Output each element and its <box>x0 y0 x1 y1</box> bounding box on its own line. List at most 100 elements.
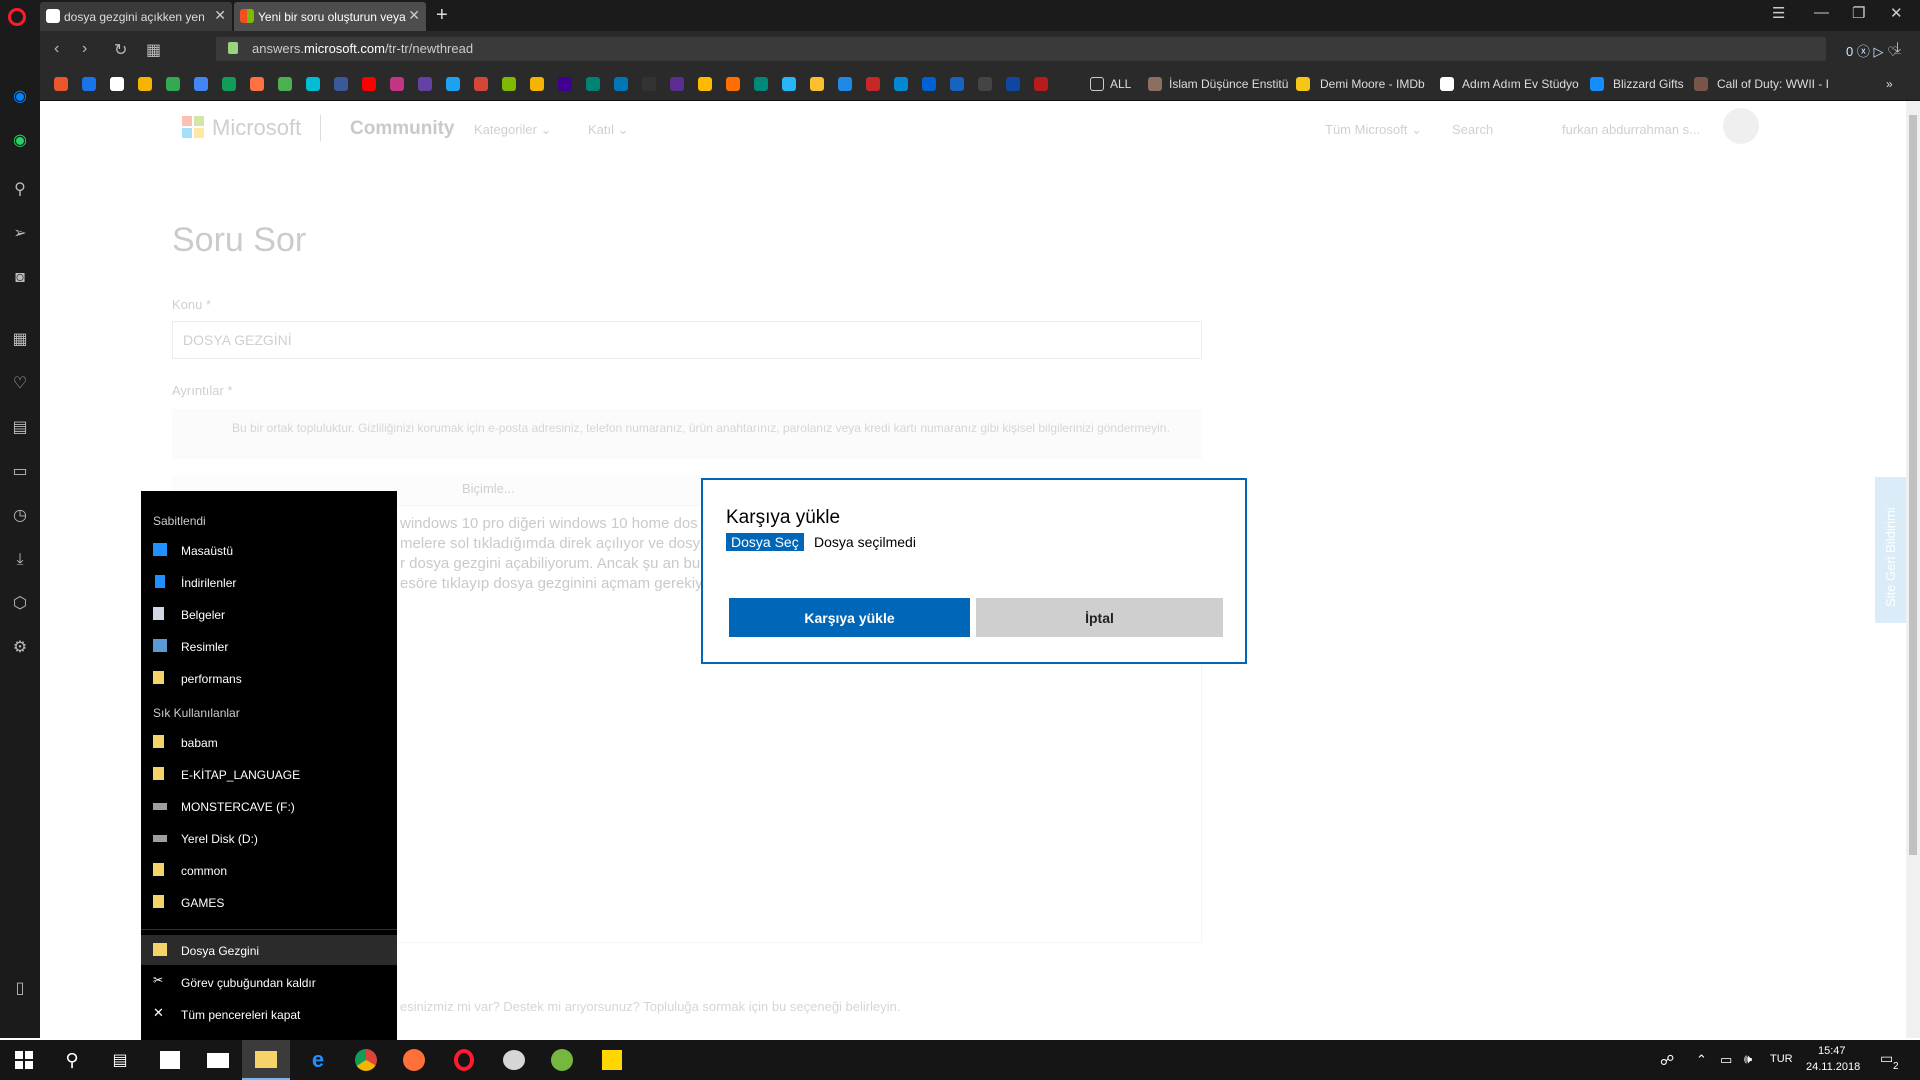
imdb-icon[interactable] <box>1296 77 1310 91</box>
new-tab-button[interactable]: + <box>436 4 448 27</box>
notification-icon[interactable]: ▭ <box>1880 1050 1893 1067</box>
play-bookmark-icon[interactable] <box>306 77 320 91</box>
history-icon[interactable]: ◷ <box>11 507 29 525</box>
jumplist-item-desktop[interactable]: Masaüstü <box>141 535 397 565</box>
jumplist-item-monstercave[interactable]: MONSTERCAVE (F:) <box>141 791 397 821</box>
bookmark-icon[interactable] <box>670 77 684 91</box>
start-button[interactable] <box>0 1040 48 1080</box>
search-icon[interactable]: ⚲ <box>48 1040 96 1080</box>
community-link[interactable]: Community <box>350 118 455 140</box>
jumplist-unpin[interactable]: ✂ Görev çubuğundan kaldır <box>141 967 397 997</box>
url-field[interactable]: answers.microsoft.com/tr-tr/newthread <box>216 37 1826 61</box>
heart-icon[interactable]: ♡ <box>11 375 29 393</box>
jumplist-open-explorer[interactable]: Dosya Gezgini <box>141 935 397 965</box>
youtube-bookmark-icon[interactable] <box>362 77 376 91</box>
bookmark-icon[interactable] <box>1148 77 1162 91</box>
box-bookmark-icon[interactable] <box>922 77 936 91</box>
drive-bookmark-icon[interactable] <box>222 77 236 91</box>
bookmark-icon[interactable] <box>642 77 656 91</box>
adblock-vpn-heart-icons[interactable]: 0 ⓧ ▷ ♡ <box>1846 41 1899 60</box>
subject-input[interactable]: DOSYA GEZGİNİ <box>172 321 1202 359</box>
back-icon[interactable]: ‹ <box>54 40 59 58</box>
minimize-icon[interactable]: — <box>1814 4 1829 21</box>
jumplist-item-local-disk[interactable]: Yerel Disk (D:) <box>141 823 397 853</box>
facebook-bookmark-icon[interactable] <box>334 77 348 91</box>
jumplist-item-games[interactable]: GAMES <box>141 887 397 917</box>
news-icon[interactable]: ▤ <box>11 419 29 437</box>
bookmark-icon[interactable] <box>782 77 796 91</box>
speed-dial-icon[interactable]: ▦ <box>11 331 29 349</box>
twitch-bookmark-icon[interactable] <box>418 77 432 91</box>
reload-icon[interactable]: ↻ <box>114 40 127 60</box>
jumplist-item-documents[interactable]: Belgeler <box>141 599 397 629</box>
bookmark-icon[interactable] <box>838 77 852 91</box>
jumplist-item-babam[interactable]: babam <box>141 727 397 757</box>
scrollbar-thumb[interactable] <box>1909 115 1917 855</box>
nav-participate[interactable]: Katıl ⌄ <box>588 122 629 138</box>
twitter-bookmark-icon[interactable] <box>446 77 460 91</box>
utorrent-icon[interactable] <box>538 1040 586 1080</box>
chrome-icon[interactable] <box>342 1040 390 1080</box>
upload-button[interactable]: Karşıya yükle <box>729 598 970 637</box>
chevron-up-icon[interactable]: ⌃ <box>1696 1052 1707 1068</box>
jumplist-item-ekitap[interactable]: E-KİTAP_LANGUAGE <box>141 759 397 789</box>
medium-icon[interactable] <box>1440 77 1454 91</box>
bookmark-icon[interactable] <box>950 77 964 91</box>
site-feedback-tab[interactable]: Site Geri Bildirimi <box>1875 477 1906 623</box>
microsoft-bookmark-icon[interactable] <box>502 77 516 91</box>
volume-icon[interactable]: 🕪 <box>1744 1051 1752 1067</box>
forward-icon[interactable]: › <box>82 40 87 58</box>
user-name[interactable]: furkan abdurrahman s... <box>1562 122 1700 137</box>
bookmark-icon[interactable] <box>138 77 152 91</box>
bookmark-icon[interactable] <box>810 77 824 91</box>
avatar[interactable] <box>1723 108 1759 144</box>
opera-icon[interactable] <box>440 1040 488 1080</box>
cod-icon[interactable] <box>1694 77 1708 91</box>
download-icon[interactable]: ⤓ <box>11 551 29 569</box>
jumplist-item-pictures[interactable]: Resimler <box>141 631 397 661</box>
nav-categories[interactable]: Kategoriler ⌄ <box>474 122 551 138</box>
bookmark-icon[interactable] <box>866 77 880 91</box>
bookmark-icon[interactable] <box>894 77 908 91</box>
format-dropdown[interactable]: Biçimle... <box>462 481 515 496</box>
download-icon[interactable]: ⤓ <box>1894 40 1901 58</box>
jumplist-item-downloads[interactable]: İndirilenler <box>141 567 397 597</box>
gmail-bookmark-icon[interactable] <box>474 77 488 91</box>
search-link[interactable]: Search <box>1452 122 1493 137</box>
bookmark-studio[interactable]: Adım Adım Ev Stüdyo <box>1462 77 1579 91</box>
camera-icon[interactable]: ◙ <box>11 269 29 287</box>
more-bookmarks-icon[interactable]: » <box>1886 77 1893 91</box>
people-icon[interactable]: ☍ <box>1660 1052 1674 1069</box>
tabs-icon[interactable]: ▭ <box>11 463 29 481</box>
bookmark-all[interactable]: ALL <box>1110 77 1131 91</box>
cancel-button[interactable]: İptal <box>976 598 1223 637</box>
messenger-icon[interactable]: ◉ <box>11 88 29 106</box>
edge-icon[interactable]: e <box>294 1040 342 1080</box>
bookmark-icon[interactable] <box>1006 77 1020 91</box>
restore-icon[interactable]: ❐ <box>1852 4 1865 22</box>
mail-icon[interactable] <box>194 1040 242 1080</box>
mail-bookmark-icon[interactable] <box>530 77 544 91</box>
bookmark-imdb[interactable]: Demi Moore - IMDb <box>1320 77 1425 91</box>
tab-new-thread[interactable]: Yeni bir soru oluşturun veya ✕ <box>234 2 426 31</box>
bookmark-icon[interactable] <box>1034 77 1048 91</box>
instagram-bookmark-icon[interactable] <box>390 77 404 91</box>
bookmark-icon[interactable] <box>194 77 208 91</box>
bookmark-icon[interactable] <box>698 77 712 91</box>
yahoo-bookmark-icon[interactable] <box>558 77 572 91</box>
bookmark-icon[interactable] <box>82 77 96 91</box>
close-tab-icon[interactable]: ✕ <box>214 7 226 24</box>
choose-file-button[interactable]: Dosya Seç <box>726 533 804 551</box>
search-icon[interactable]: ⚲ <box>11 181 29 199</box>
bookmark-islam[interactable]: İslam Düşünce Enstitü <box>1169 77 1288 91</box>
folder-icon[interactable] <box>1090 77 1104 91</box>
jumplist-item-common[interactable]: common <box>141 855 397 885</box>
task-view-icon[interactable]: ▤ <box>96 1040 144 1080</box>
linkedin-bookmark-icon[interactable] <box>614 77 628 91</box>
page-scrollbar[interactable] <box>1906 101 1920 1038</box>
bookmark-icon[interactable] <box>166 77 180 91</box>
bookmark-icon[interactable] <box>978 77 992 91</box>
nav-all-microsoft[interactable]: Tüm Microsoft ⌄ <box>1325 122 1422 138</box>
language-indicator[interactable]: TUR <box>1770 1053 1793 1065</box>
settings-gear-icon[interactable]: ⚙ <box>11 639 29 657</box>
